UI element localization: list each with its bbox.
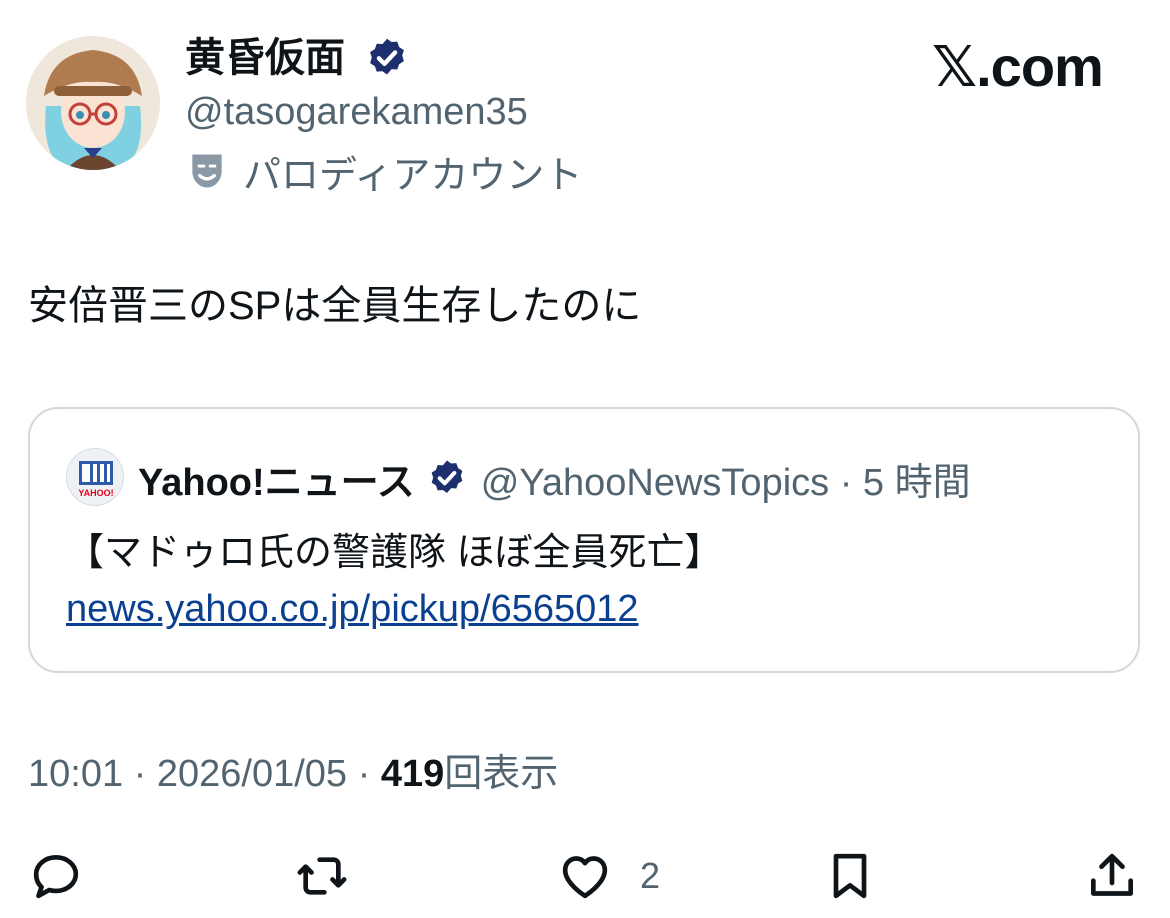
avatar-illustration (26, 36, 160, 170)
like-button[interactable] (555, 848, 615, 904)
tweet-timestamp[interactable]: 10:01 · 2026/01/05 · (28, 753, 381, 795)
logo-text: YAHOO! (78, 488, 113, 498)
quoted-display-name[interactable]: Yahoo!ニュース (138, 451, 415, 506)
quoted-tweet-text: 【マドゥロ氏の警護隊 ほぼ全員死亡】 (66, 532, 723, 574)
verified-badge-icon (431, 460, 463, 493)
like-count: 2 (640, 855, 661, 896)
yahoo-news-logo-icon: YAHOO! (78, 461, 114, 498)
x-brand-logo: 𝕏.com (932, 35, 1104, 98)
quoted-handle-time: @YahooNewsTopics · 5 時間 (480, 461, 971, 504)
share-icon (1091, 853, 1133, 896)
bookmark-button[interactable] (820, 848, 880, 904)
avatar[interactable] (26, 36, 160, 170)
display-name[interactable]: 黄昏仮面 (185, 32, 345, 84)
view-label: 回表示 (444, 753, 559, 795)
tweet-text: 安倍晋三のSPは全員生存したのに (28, 284, 642, 328)
parody-label: パロディアカウント (243, 154, 583, 197)
theater-mask-icon (192, 154, 222, 188)
share-button[interactable] (1082, 848, 1142, 904)
reply-icon (33, 855, 79, 899)
verified-badge-icon (370, 38, 404, 75)
retweet-icon (297, 857, 347, 895)
reply-button[interactable] (26, 848, 86, 904)
parody-account-label: パロディアカウント (185, 146, 583, 197)
bookmark-icon (833, 853, 867, 899)
user-handle[interactable]: @tasogarekamen35 (185, 88, 528, 136)
heart-icon (562, 856, 608, 899)
quoted-tweet-header: Yahoo!ニュース @YahooNewsTopics · 5 時間 (138, 450, 971, 506)
yahoo-news-logo: YAHOO! (66, 448, 124, 506)
tweet-meta: 10:01 · 2026/01/05 · 419回表示 (28, 748, 558, 800)
quoted-tweet-link[interactable]: news.yahoo.co.jp/pickup/6565012 (66, 582, 639, 636)
retweet-button[interactable] (292, 848, 352, 904)
view-count: 419 (380, 753, 445, 795)
